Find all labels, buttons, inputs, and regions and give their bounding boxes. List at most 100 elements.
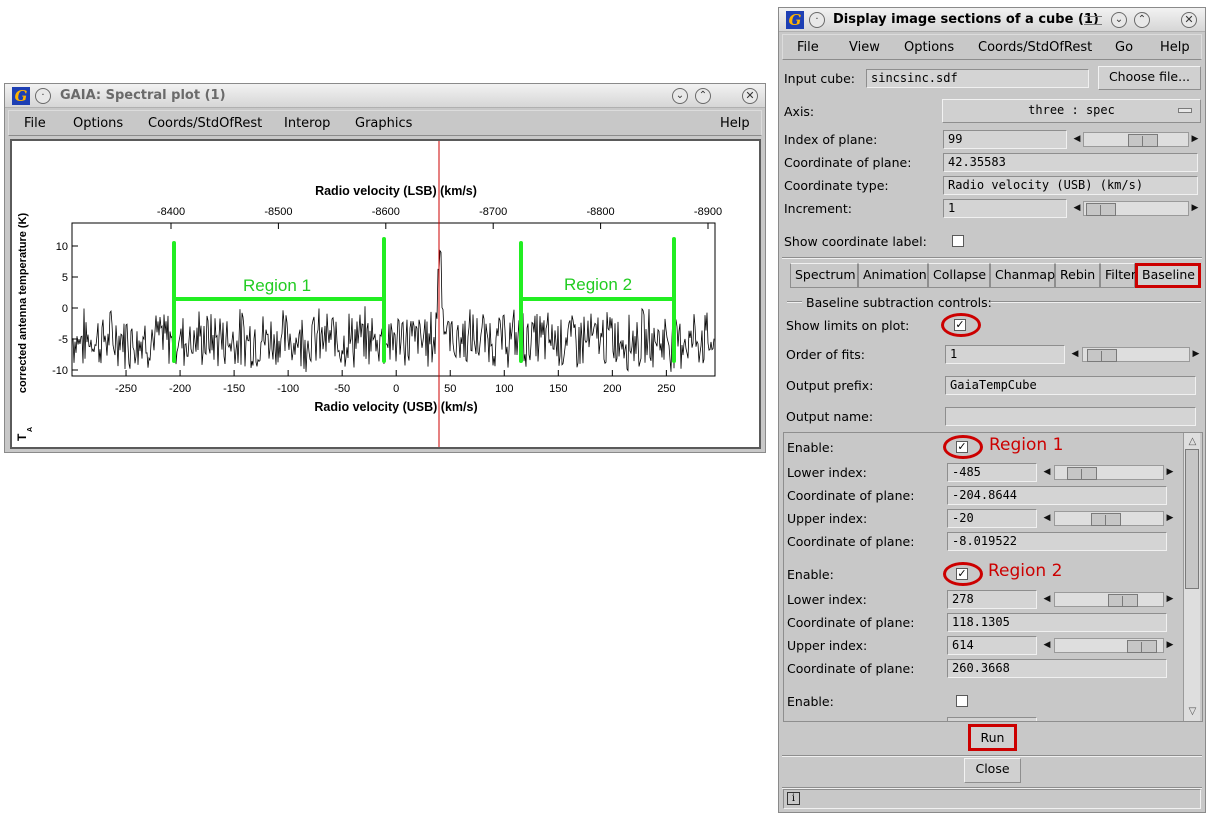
upper-2-field[interactable]: 614 [947,636,1037,655]
slider-left-icon[interactable]: ◀ [1070,346,1080,363]
slider-left-icon[interactable]: ◀ [1042,591,1052,608]
scroll-thumb[interactable] [1185,449,1199,589]
coord-2a-field[interactable]: 118.1305 [947,613,1167,632]
slider-right-icon[interactable]: ▶ [1165,591,1175,608]
menu-go[interactable]: Go [1115,40,1133,55]
close-icon[interactable]: ✕ [1181,12,1197,28]
slider-right-icon[interactable]: ▶ [1165,637,1175,654]
tab-spectrum[interactable]: Spectrum [790,263,858,288]
tab-collapse[interactable]: Collapse [928,263,990,288]
slider-left-icon[interactable]: ◀ [1042,464,1052,481]
top-tick-label: -8900 [694,206,722,218]
slider-right-icon[interactable]: ▶ [1165,510,1175,527]
enable-3-checkbox[interactable] [956,695,968,707]
slider-thumb[interactable] [1067,467,1097,480]
spectral-plot-window: G · GAIA: Spectral plot (1) ⌄ ⌃ ✕ File O… [4,83,766,453]
region-2-marker[interactable]: Region 2 [519,237,676,363]
index-slider[interactable]: ◀ ▶ [1072,131,1200,148]
menu-file[interactable]: File [797,40,819,55]
tab-rebin[interactable]: Rebin [1055,263,1100,288]
lower-1-field[interactable]: -485 [947,463,1037,482]
menu-options[interactable]: Options [904,40,954,55]
lower-1-slider[interactable]: ◀ ▶ [1042,464,1176,481]
upper-2-slider[interactable]: ◀ ▶ [1042,637,1176,654]
lower-3-field[interactable] [947,717,1037,721]
menu-graphics[interactable]: Graphics [355,116,412,131]
slider-thumb[interactable] [1091,513,1121,526]
coord-1b-field[interactable]: -8.019522 [947,532,1167,551]
tab-filter[interactable]: Filter [1100,263,1136,288]
show-coord-label: Show coordinate label: [784,234,927,249]
slider-left-icon[interactable]: ◀ [1042,637,1052,654]
close-button[interactable]: Close [964,758,1021,783]
order-field[interactable]: 1 [945,345,1065,364]
choose-file-button[interactable]: Choose file... [1098,66,1201,90]
coord-2b-field[interactable]: 260.3668 [947,659,1167,678]
cube-titlebar[interactable]: G · Display image sections of a cube (1)… [779,8,1205,32]
regions-scroll-panel[interactable]: Enable: ✓ Region 1 Lower index: -485 ◀ ▶… [783,432,1203,722]
input-cube-field[interactable]: sincsinc.sdf [866,69,1089,88]
group-line-right [991,301,1201,303]
coord-1a-field[interactable]: -204.8644 [947,486,1167,505]
increment-slider[interactable]: ◀ ▶ [1072,200,1200,217]
coord-field[interactable]: 42.35583 [943,153,1198,172]
menu-coords[interactable]: Coords/StdOfRest [978,40,1092,55]
coord-1a-label: Coordinate of plane: [787,488,915,503]
upper-1-slider[interactable]: ◀ ▶ [1042,510,1176,527]
bottom-axis-label: Radio velocity (USB) (km/s) [314,400,477,414]
bottom-tick-label: 200 [603,383,621,395]
slider-thumb[interactable] [1086,203,1116,216]
plot-area[interactable]: Radio velocity (LSB) (km/s) Radio veloci… [10,139,761,449]
tab-chanmap[interactable]: Chanmap [990,263,1055,288]
menu-indicator-icon [1178,108,1192,113]
index-field[interactable]: 99 [943,130,1067,149]
lower-2-slider[interactable]: ◀ ▶ [1042,591,1176,608]
menu-file[interactable]: File [24,116,46,131]
slider-right-icon[interactable]: ▶ [1191,346,1201,363]
slider-left-icon[interactable]: ◀ [1072,200,1082,217]
spectral-titlebar[interactable]: G · GAIA: Spectral plot (1) ⌄ ⌃ ✕ [5,84,765,108]
window-menu-icon[interactable]: · [35,88,51,104]
prefix-field[interactable]: GaiaTempCube [945,376,1196,395]
scroll-up-icon[interactable]: △ [1186,435,1199,448]
slider-thumb[interactable] [1108,594,1138,607]
maximize-icon[interactable]: ⌃ [1134,12,1150,28]
minimize-icon[interactable]: ⌄ [672,88,688,104]
maximize-icon[interactable]: ⌃ [695,88,711,104]
axis-select[interactable]: three : spec [942,99,1201,123]
run-button[interactable]: Run [968,724,1017,751]
spectrum-plot[interactable]: Radio velocity (LSB) (km/s) Radio veloci… [12,141,759,447]
tab-baseline[interactable]: Baseline [1135,263,1201,288]
minimize-icon[interactable]: ⌄ [1111,12,1127,28]
increment-field[interactable]: 1 [943,199,1067,218]
coord-type-field[interactable]: Radio velocity (USB) (km/s) [943,176,1198,195]
menu-interop[interactable]: Interop [284,116,330,131]
tab-animation[interactable]: Animation [858,263,928,288]
slider-left-icon[interactable]: ◀ [1072,131,1082,148]
menu-coords[interactable]: Coords/StdOfRest [148,116,262,131]
slider-right-icon[interactable]: ▶ [1190,200,1200,217]
y-tick-label: 0 [62,303,68,315]
scroll-down-icon[interactable]: ▽ [1186,705,1199,718]
show-coord-checkbox[interactable] [952,235,964,247]
menu-options[interactable]: Options [73,116,123,131]
close-icon[interactable]: ✕ [742,88,758,104]
separator [782,257,1202,259]
slider-thumb[interactable] [1087,349,1117,362]
slider-right-icon[interactable]: ▶ [1165,464,1175,481]
lower-2-field[interactable]: 278 [947,590,1037,609]
info-icon[interactable]: i [787,792,800,805]
slider-thumb[interactable] [1128,134,1158,147]
menu-help[interactable]: Help [720,116,750,131]
slider-thumb[interactable] [1127,640,1157,653]
order-slider[interactable]: ◀ ▶ [1070,346,1200,363]
menu-view[interactable]: View [849,40,880,55]
name-field[interactable] [945,407,1196,426]
upper-1-field[interactable]: -20 [947,509,1037,528]
slider-right-icon[interactable]: ▶ [1190,131,1200,148]
vertical-scrollbar[interactable]: △ ▽ [1183,433,1200,721]
window-menu-icon[interactable]: · [809,12,825,28]
menu-help[interactable]: Help [1160,40,1190,55]
slider-left-icon[interactable]: ◀ [1042,510,1052,527]
y-tick-label: -5 [58,334,68,346]
